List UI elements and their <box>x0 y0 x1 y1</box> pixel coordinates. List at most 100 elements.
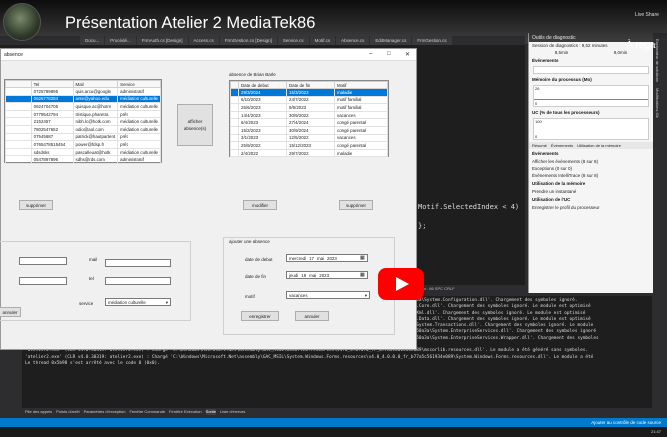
table-cell[interactable]: sdhs@rds.com <box>72 155 119 164</box>
table-cell[interactable]: 3/1/2023 <box>238 133 287 143</box>
table-cell[interactable]: 0547897896 <box>30 155 74 164</box>
table-cell[interactable]: médiation culturelle <box>117 117 161 126</box>
table-cell[interactable]: 0779542794 <box>30 109 74 119</box>
table-cell[interactable]: vacances <box>334 133 388 143</box>
calendar-icon[interactable]: ▦ <box>360 272 365 278</box>
table-cell[interactable] <box>5 147 32 157</box>
column-header[interactable]: Mail <box>72 80 119 88</box>
git-changes-tab[interactable]: Modifications Git <box>655 88 660 118</box>
table-cell[interactable]: médiation culturelle <box>117 147 161 157</box>
tab-output[interactable]: Sortie <box>205 409 216 415</box>
table-cell[interactable]: patrick@hautpartent <box>72 132 119 142</box>
save-absence-button[interactable]: enregistrer <box>241 311 279 321</box>
table-cell[interactable] <box>5 102 32 111</box>
table-cell[interactable] <box>230 118 239 127</box>
reason-select[interactable]: vacances ▾ <box>286 291 370 299</box>
table-row[interactable]: 2/4/2022 29/7/2022 maladie <box>230 148 388 158</box>
table-cell[interactable]: tristique.pharetra <box>72 109 119 119</box>
table-row[interactable]: 0624704705 quisque.ac@hotm médiation cultu… <box>5 102 161 111</box>
events-item[interactable]: Exceptions (0 sur 0) <box>529 165 653 172</box>
table-cell[interactable]: prêt <box>117 132 161 142</box>
delete-absence-button[interactable]: supprimer <box>339 200 373 210</box>
tab-command-window[interactable]: Fenêtre Commande <box>130 409 166 415</box>
table-row[interactable]: 7802547652 odio@aol.com médiation culturel… <box>5 124 161 134</box>
table-cell[interactable]: 07545687 <box>30 132 74 142</box>
table-cell[interactable]: médiation culturelle <box>117 124 161 134</box>
table-cell[interactable]: 6/10/2023 <box>238 95 287 105</box>
table-cell[interactable]: 25/9/2022 <box>238 141 287 150</box>
show-absences-button[interactable]: afficher absence(s) <box>177 104 213 146</box>
table-cell[interactable]: congé parental <box>334 141 388 150</box>
cancel-absence-button[interactable]: annuler <box>295 311 329 321</box>
table-cell[interactable]: prêt <box>117 109 161 119</box>
table-cell[interactable]: 15/3/2023 <box>286 88 335 97</box>
table-cell[interactable] <box>230 133 239 143</box>
table-row[interactable]: sdsdsks pascalleuat@hotk médiation culture… <box>5 147 161 157</box>
table-cell[interactable]: motif familial <box>334 103 388 112</box>
tab-breakpoints[interactable]: Points d'arrêt <box>56 409 79 415</box>
channel-avatar[interactable] <box>3 3 41 41</box>
table-row[interactable]: 0765478515454 power@fdsp.fr prêt <box>5 140 161 149</box>
table-row[interactable]: 25/9/2022 15/12/2023 congé parental <box>230 141 388 150</box>
table-cell[interactable]: 15/12/2023 <box>286 141 335 150</box>
tab-call-stack[interactable]: Pile des appels <box>25 409 52 415</box>
table-row[interactable]: 25/6/2023 9/5/2023 motif familial <box>230 103 388 112</box>
table-cell[interactable]: power@fdsp.fr <box>72 140 119 149</box>
table-cell[interactable]: 30/9/2022 <box>286 110 335 120</box>
table-cell[interactable]: maladie <box>334 88 388 97</box>
table-cell[interactable] <box>230 141 239 150</box>
table-cell[interactable]: odio@aol.com <box>72 124 119 134</box>
column-header[interactable] <box>5 80 32 88</box>
table-cell[interactable]: quisque.ac@hotm <box>72 102 119 111</box>
mail-field[interactable] <box>105 259 171 267</box>
cancel-staff-button[interactable]: annuler <box>0 307 21 317</box>
table-cell[interactable] <box>5 140 32 149</box>
tab-immediate-window[interactable]: Fenêtre Exécution <box>169 409 201 415</box>
events-item[interactable]: Événements IntelliTrace (8 sur 8) <box>529 172 653 179</box>
table-cell[interactable] <box>5 155 32 164</box>
table-row[interactable]: 0779542794 tristique.pharetra prêt <box>5 109 161 119</box>
events-item[interactable]: Afficher les événements (8 sur 8) <box>529 158 653 165</box>
start-date-picker[interactable]: mercredi 17 mai 2023 <box>286 254 368 262</box>
tab-summary[interactable]: Résumé <box>532 143 547 148</box>
tab-events[interactable]: Événements <box>551 143 573 148</box>
video-title[interactable]: Présentation Atelier 2 MediaTek86 <box>65 14 315 33</box>
snapshot-link[interactable]: Prendre un instantané <box>529 188 653 195</box>
table-cell[interactable]: sdsdsks <box>30 147 74 157</box>
table-cell[interactable]: 0725789895 <box>30 87 74 96</box>
table-cell[interactable]: pascalleuat@hotk <box>72 147 119 157</box>
table-cell[interactable]: 29/7/2022 <box>286 148 335 158</box>
table-cell[interactable]: 9/5/2023 <box>286 103 335 112</box>
table-row[interactable]: 2152457 nibh.lc@hotk.com médiation culture… <box>5 117 161 126</box>
table-cell[interactable] <box>5 117 32 126</box>
watch-later-button[interactable]: À rega <box>626 40 655 51</box>
end-date-picker[interactable]: jeudi 18 mai 2023 <box>286 271 368 279</box>
table-cell[interactable]: 27/4/2024 <box>286 118 335 127</box>
table-cell[interactable]: 12/5/2022 <box>286 133 335 143</box>
column-header[interactable]: Motif <box>334 81 388 89</box>
table-cell[interactable]: 6/4/2023 <box>238 118 287 127</box>
solution-explorer-tab[interactable]: Explorateur de solutions <box>655 39 660 82</box>
table-cell[interactable]: nibh.lc@hotk.com <box>72 117 119 126</box>
table-row[interactable]: 29/3/2024 15/3/2023 maladie <box>230 88 388 97</box>
table-cell[interactable] <box>5 94 32 104</box>
table-cell[interactable]: maladie <box>334 148 388 158</box>
column-header[interactable]: Date de debut <box>238 81 287 89</box>
table-cell[interactable] <box>230 95 239 105</box>
table-row[interactable]: 6/4/2023 27/4/2024 congé parental <box>230 118 388 127</box>
cpu-profile-link[interactable]: Enregistrer le profil du processeur <box>529 204 653 211</box>
table-cell[interactable] <box>230 103 239 112</box>
source-control-button[interactable]: Ajouter au contrôle de code source <box>591 420 661 425</box>
table-cell[interactable]: 14/4/2023 <box>238 110 287 120</box>
table-cell[interactable]: administratif <box>117 87 161 96</box>
column-header[interactable]: Tel <box>30 80 74 88</box>
table-cell[interactable] <box>5 124 32 134</box>
table-cell[interactable] <box>230 88 239 97</box>
table-cell[interactable] <box>5 87 32 96</box>
table-cell[interactable]: 15/2/2023 <box>238 125 287 135</box>
minimize-icon[interactable]: – <box>369 51 372 57</box>
table-cell[interactable]: médiation culturelle <box>117 94 161 104</box>
table-cell[interactable]: 7802547652 <box>30 124 74 134</box>
modify-absence-button[interactable]: modifier <box>243 200 277 210</box>
table-cell[interactable]: 0765478515454 <box>30 140 74 149</box>
